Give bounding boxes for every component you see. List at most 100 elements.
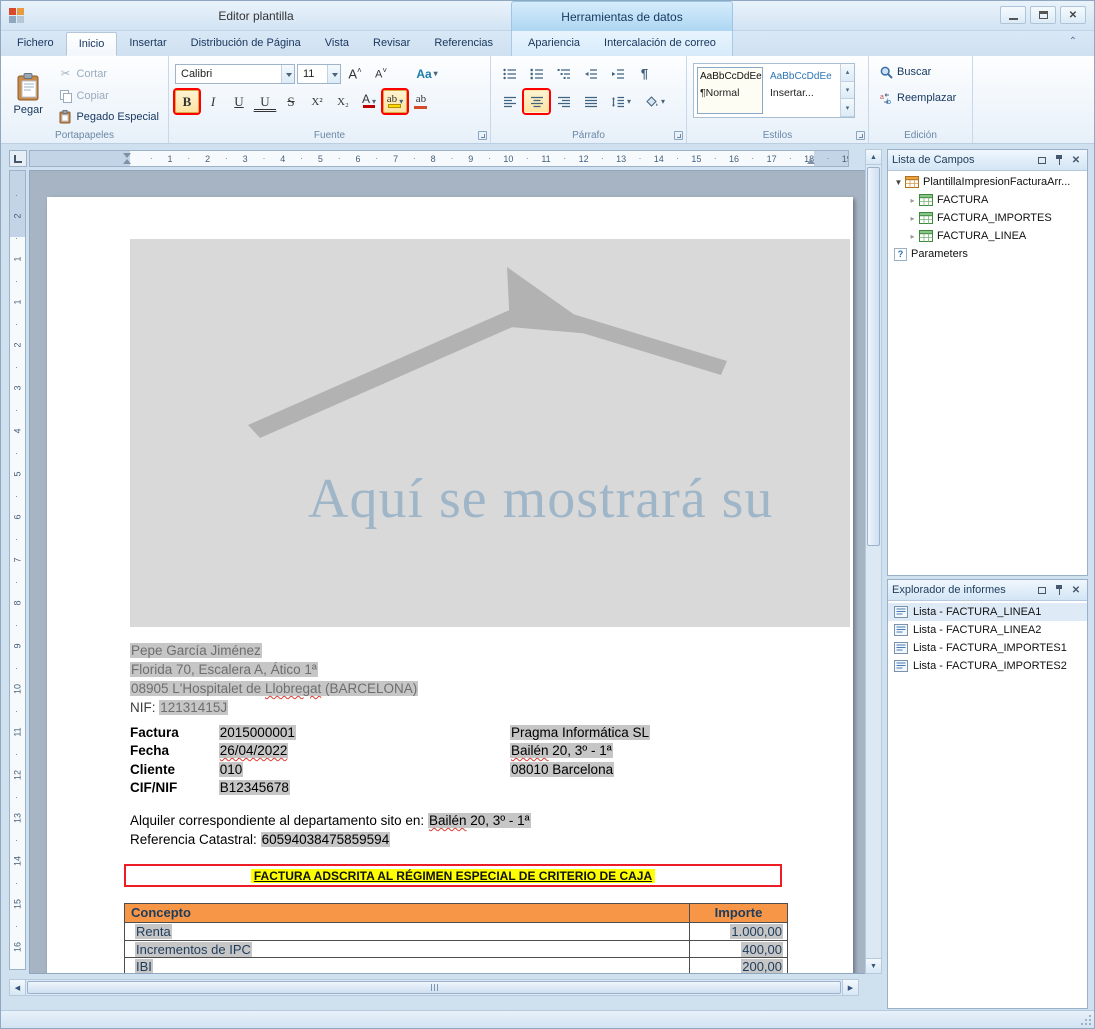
align-center-button[interactable] bbox=[524, 90, 549, 113]
document-page[interactable]: Aquí se mostrará su Pepe García Jiménez … bbox=[47, 197, 853, 974]
horizontal-scroll-thumb[interactable] bbox=[27, 981, 841, 994]
expand-icon[interactable]: ▸ bbox=[906, 232, 919, 241]
amount-field[interactable]: 400,00 bbox=[741, 942, 783, 957]
concept-field[interactable]: Incrementos de IPC bbox=[135, 942, 252, 957]
tree-item-factura[interactable]: ▸ FACTURA bbox=[888, 191, 1087, 209]
tab-fichero[interactable]: Fichero bbox=[5, 32, 66, 56]
issuer-name-field[interactable]: Pragma Informática SL bbox=[510, 725, 650, 740]
multilevel-list-button[interactable] bbox=[551, 62, 576, 85]
subscript-button[interactable]: X₂ bbox=[331, 90, 355, 113]
editor-canvas[interactable]: Aquí se mostrará su Pepe García Jiménez … bbox=[29, 170, 869, 974]
resize-grip[interactable] bbox=[1081, 1015, 1092, 1026]
font-dialog-launcher[interactable] bbox=[478, 131, 487, 140]
style-insertar[interactable]: AaBbCcDdEe Insertar... bbox=[767, 67, 833, 114]
paragraph-dialog-launcher[interactable] bbox=[674, 131, 683, 140]
vertical-ruler[interactable]: 2·1·1·2·3·4·5·6·7·8·9·10·11·12·13·14·15·… bbox=[9, 170, 26, 970]
concept-field[interactable]: Renta bbox=[135, 924, 172, 939]
nif-field[interactable]: 12131415J bbox=[159, 700, 228, 715]
font-name-combobox[interactable]: Calibri bbox=[175, 64, 295, 84]
expand-icon[interactable]: ▸ bbox=[906, 196, 919, 205]
invoice-client-field[interactable]: 010 bbox=[219, 762, 244, 777]
tab-inicio[interactable]: Inicio bbox=[66, 32, 118, 56]
cut-button[interactable]: ✂ Cortar bbox=[53, 64, 164, 84]
scroll-right-arrow[interactable]: ▶ bbox=[842, 980, 858, 995]
styles-expand-gallery-button[interactable]: ▾ bbox=[841, 99, 854, 117]
maximize-panel-button[interactable] bbox=[1035, 584, 1049, 597]
tree-item-datasource[interactable]: ▼ PlantillaImpresionFacturaArr... bbox=[888, 173, 1087, 191]
notice-box[interactable]: FACTURA ADSCRITA AL RÉGIMEN ESPECIAL DE … bbox=[124, 864, 782, 887]
superscript-button[interactable]: X² bbox=[305, 90, 329, 113]
pin-panel-button[interactable] bbox=[1052, 584, 1066, 597]
tab-vista[interactable]: Vista bbox=[313, 32, 361, 56]
pin-panel-button[interactable] bbox=[1052, 154, 1066, 167]
tab-apariencia[interactable]: Apariencia bbox=[516, 32, 592, 56]
close-panel-button[interactable]: ✕ bbox=[1069, 584, 1083, 597]
invoice-cif-field[interactable]: B12345678 bbox=[219, 780, 290, 795]
font-size-combobox[interactable]: 11 bbox=[297, 64, 341, 84]
tab-referencias[interactable]: Referencias bbox=[422, 32, 505, 56]
tab-stop-selector[interactable] bbox=[9, 150, 27, 167]
decrease-indent-button[interactable] bbox=[578, 62, 603, 85]
double-underline-button[interactable]: U bbox=[253, 93, 277, 112]
list-item[interactable]: Lista - FACTURA_LINEA1 bbox=[888, 603, 1087, 621]
italic-button[interactable]: I bbox=[201, 90, 225, 113]
invoice-number-field[interactable]: 2015000001 bbox=[219, 725, 296, 740]
align-left-button[interactable] bbox=[497, 90, 522, 113]
justify-button[interactable] bbox=[578, 90, 603, 113]
list-item[interactable]: Lista - FACTURA_IMPORTES2 bbox=[888, 657, 1087, 675]
vertical-scroll-thumb[interactable] bbox=[867, 167, 880, 546]
strikethrough-button[interactable]: S bbox=[279, 90, 303, 113]
tree-item-factura-linea[interactable]: ▸ FACTURA_LINEA bbox=[888, 227, 1087, 245]
clear-formatting-button[interactable]: ab bbox=[409, 90, 433, 113]
find-button[interactable]: Buscar bbox=[875, 62, 968, 82]
replace-button[interactable]: a b Reemplazar bbox=[875, 88, 968, 108]
catastral-field[interactable]: 60594038475859594 bbox=[261, 832, 391, 847]
bold-button[interactable]: B bbox=[175, 90, 199, 113]
underline-button[interactable]: U bbox=[227, 90, 251, 113]
align-right-button[interactable] bbox=[551, 90, 576, 113]
invoice-date-field[interactable]: 26/04/2022 bbox=[219, 743, 289, 758]
chevron-down-icon[interactable] bbox=[281, 65, 294, 83]
amount-field[interactable]: 1.000,00 bbox=[730, 924, 783, 939]
list-item[interactable]: Lista - FACTURA_IMPORTES1 bbox=[888, 639, 1087, 657]
restore-button[interactable] bbox=[1030, 6, 1056, 24]
bullet-list-button[interactable] bbox=[497, 62, 522, 85]
font-color-button[interactable]: A ▾ bbox=[357, 90, 381, 113]
chevron-down-icon[interactable] bbox=[327, 65, 340, 83]
expand-icon[interactable]: ▸ bbox=[906, 214, 919, 223]
show-marks-button[interactable]: ¶ bbox=[632, 62, 657, 85]
scroll-left-arrow[interactable]: ◀ bbox=[10, 980, 26, 995]
first-line-indent-marker[interactable] bbox=[123, 153, 131, 158]
text-highlight-button[interactable]: ab ▾ bbox=[383, 90, 407, 113]
logo-placeholder-image[interactable]: Aquí se mostrará su bbox=[130, 239, 850, 627]
shrink-font-button[interactable]: A˅ bbox=[369, 62, 393, 85]
horizontal-scrollbar[interactable]: ◀ ▶ bbox=[9, 979, 859, 996]
recipient-city-field[interactable]: 08905 L'Hospitalet de Llobregat (BARCELO… bbox=[130, 681, 418, 696]
minimize-button[interactable] bbox=[1000, 6, 1026, 24]
tree-item-factura-importes[interactable]: ▸ FACTURA_IMPORTES bbox=[888, 209, 1087, 227]
right-indent-marker[interactable] bbox=[807, 159, 815, 164]
rent-address-field[interactable]: Bailén 20, 3º - 1ª bbox=[428, 813, 531, 828]
styles-dialog-launcher[interactable] bbox=[856, 131, 865, 140]
collapse-ribbon-button[interactable]: ⌃ bbox=[1064, 35, 1082, 51]
paste-button[interactable]: Pegar bbox=[7, 62, 49, 126]
styles-scroll-down-button[interactable]: ▾ bbox=[841, 82, 854, 100]
recipient-street-field[interactable]: Florida 70, Escalera A, Ático 1ª bbox=[130, 662, 318, 677]
tab-intercalacion-correo[interactable]: Intercalación de correo bbox=[592, 32, 728, 56]
hanging-indent-marker[interactable] bbox=[123, 159, 131, 164]
tree-item-parameters[interactable]: ? Parameters bbox=[888, 245, 1087, 263]
increase-indent-button[interactable] bbox=[605, 62, 630, 85]
paste-special-button[interactable]: Pegado Especial bbox=[53, 107, 164, 127]
horizontal-ruler[interactable]: 1·2·3·4·5·6·7·8·9·10·11·12·13·14·15·16·1… bbox=[29, 150, 849, 167]
concept-field[interactable]: IBI bbox=[135, 959, 153, 974]
maximize-panel-button[interactable] bbox=[1035, 154, 1049, 167]
styles-scroll-up-button[interactable]: ▴ bbox=[841, 64, 854, 82]
issuer-street-field[interactable]: Bailén 20, 3º - 1ª bbox=[510, 743, 613, 758]
scroll-down-arrow[interactable]: ▼ bbox=[866, 958, 881, 973]
vertical-scrollbar[interactable]: ▲ ▼ bbox=[865, 149, 882, 974]
close-button[interactable]: ✕ bbox=[1060, 6, 1086, 24]
grow-font-button[interactable]: A˄ bbox=[343, 62, 367, 85]
tab-revisar[interactable]: Revisar bbox=[361, 32, 422, 56]
collapse-icon[interactable]: ▼ bbox=[892, 178, 905, 187]
close-panel-button[interactable]: ✕ bbox=[1069, 154, 1083, 167]
